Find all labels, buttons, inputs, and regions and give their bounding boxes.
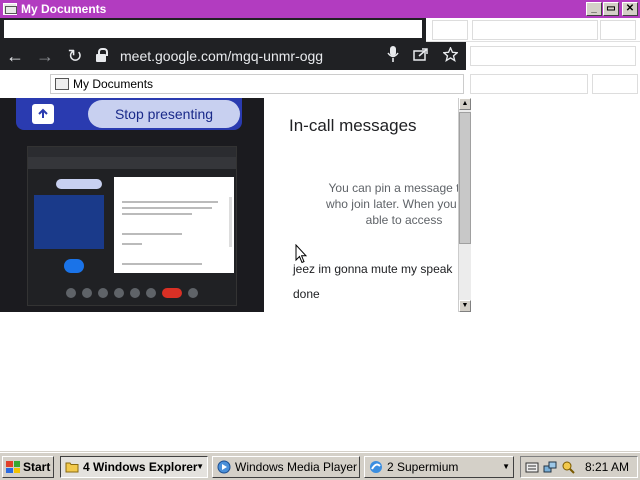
scroll-thumb[interactable] bbox=[459, 112, 471, 244]
thumbnail-control bbox=[188, 288, 198, 298]
mouse-cursor-icon bbox=[295, 244, 307, 264]
browser-nav-bar: ← → ↻ meet.google.com/mgq-unmr-ogg bbox=[0, 42, 466, 70]
url-text: meet.google.com/mgq-unmr-ogg bbox=[120, 48, 324, 64]
thumbnail-line bbox=[122, 201, 218, 203]
toolbar-slot bbox=[472, 20, 598, 40]
thumbnail-stop-presenting bbox=[56, 179, 102, 189]
tab-strip-area bbox=[4, 20, 422, 38]
address-field[interactable]: My Documents bbox=[50, 74, 464, 94]
lock-icon bbox=[96, 48, 108, 62]
share-icon[interactable] bbox=[413, 47, 429, 65]
clock[interactable]: 8:21 AM bbox=[585, 460, 629, 474]
folder-icon bbox=[65, 460, 79, 474]
presentation-preview: Stop presenting bbox=[0, 98, 264, 312]
messages-info-line: who join later. When you leav bbox=[325, 197, 458, 211]
close-button[interactable]: ✕ bbox=[622, 2, 638, 16]
vertical-scrollbar[interactable]: ▲ ▼ bbox=[458, 98, 471, 312]
folder-window-icon bbox=[3, 3, 17, 15]
windows-logo-icon bbox=[6, 461, 20, 473]
mic-icon[interactable] bbox=[387, 46, 399, 66]
present-upload-icon[interactable] bbox=[32, 104, 54, 124]
thumbnail-line bbox=[122, 213, 192, 215]
stop-presenting-button[interactable]: Stop presenting bbox=[88, 100, 240, 128]
restore-button[interactable]: ▭ bbox=[603, 2, 619, 16]
browser-action-icons bbox=[387, 42, 459, 70]
taskbar: Start 4 Windows Explorer ▼ Windows Media… bbox=[0, 452, 640, 480]
chevron-down-icon: ▼ bbox=[196, 462, 204, 471]
thumbnail-line bbox=[122, 243, 142, 245]
toolbar-slot bbox=[470, 46, 636, 66]
back-button[interactable]: ← bbox=[0, 42, 30, 70]
taskbar-item-label: 2 Supermium bbox=[387, 460, 459, 474]
scroll-down-button[interactable]: ▼ bbox=[459, 300, 471, 312]
window-controls: _ ▭ ✕ bbox=[585, 2, 638, 16]
taskbar-item-media-player[interactable]: Windows Media Player bbox=[212, 456, 360, 478]
taskbar-item-label: Windows Media Player bbox=[235, 460, 358, 474]
toolbar-area-right bbox=[426, 18, 640, 42]
explorer-address-row: My Documents bbox=[0, 72, 640, 96]
thumbnail-avatar bbox=[64, 259, 84, 273]
forward-button[interactable]: → bbox=[30, 42, 60, 70]
thumbnail-call-controls bbox=[28, 281, 236, 305]
taskbar-item-windows-explorer[interactable]: 4 Windows Explorer ▼ bbox=[60, 456, 208, 478]
search-tray-icon[interactable] bbox=[561, 460, 575, 474]
start-button[interactable]: Start bbox=[2, 456, 54, 478]
screen-share-thumbnail bbox=[27, 146, 237, 306]
chat-message: done bbox=[293, 287, 320, 301]
thumbnail-control bbox=[82, 288, 92, 298]
chevron-down-icon: ▼ bbox=[502, 462, 510, 471]
messages-heading: In-call messages bbox=[289, 116, 417, 135]
thumbnail-scrollbar bbox=[229, 197, 232, 247]
folder-icon bbox=[55, 78, 69, 90]
thumbnail-nested-share bbox=[34, 195, 104, 249]
toolbar-slot bbox=[470, 74, 588, 94]
keyboard-icon[interactable] bbox=[525, 460, 539, 474]
thumbnail-url bbox=[28, 157, 236, 169]
taskbar-item-supermium[interactable]: 2 Supermium ▼ bbox=[364, 456, 514, 478]
media-player-icon bbox=[217, 460, 231, 474]
thumbnail-control bbox=[66, 288, 76, 298]
thumbnail-line bbox=[122, 233, 182, 235]
thumbnail-control bbox=[114, 288, 124, 298]
thumbnail-tabs bbox=[28, 147, 236, 157]
in-call-messages-panel: In-call messages You can pin a message t… bbox=[264, 98, 458, 312]
window-title: My Documents bbox=[21, 2, 107, 16]
thumbnail-control bbox=[130, 288, 140, 298]
toolbar-slot bbox=[600, 20, 636, 40]
toolbar-slot bbox=[432, 20, 468, 40]
thumbnail-control bbox=[98, 288, 108, 298]
taskbar-item-label: 4 Windows Explorer bbox=[83, 460, 198, 474]
minimize-button[interactable]: _ bbox=[586, 2, 602, 16]
thumbnail-hangup bbox=[162, 288, 182, 298]
reload-button[interactable]: ↻ bbox=[60, 42, 90, 70]
url-bar[interactable]: meet.google.com/mgq-unmr-ogg bbox=[96, 48, 323, 64]
address-value: My Documents bbox=[73, 77, 154, 91]
start-label: Start bbox=[23, 460, 51, 474]
messages-info-line: able to access bbox=[365, 213, 443, 227]
toolbar-slot bbox=[592, 74, 638, 94]
thumbnail-messages-panel bbox=[114, 177, 234, 273]
messages-info-line: You can pin a message to m bbox=[328, 181, 459, 195]
toolbar-area-right bbox=[466, 42, 640, 70]
thumbnail-line bbox=[122, 263, 202, 265]
scroll-up-button[interactable]: ▲ bbox=[459, 98, 471, 110]
chat-message: jeez im gonna mute my speak bbox=[293, 262, 453, 276]
system-tray: 8:21 AM bbox=[520, 456, 638, 478]
star-icon[interactable] bbox=[442, 45, 459, 66]
thumbnail-control bbox=[146, 288, 156, 298]
messages-info: You can pin a message to m who join late… bbox=[284, 180, 458, 228]
browser-tab-strip bbox=[0, 18, 426, 42]
supermium-icon bbox=[369, 460, 383, 474]
presenting-bar: Stop presenting bbox=[16, 98, 242, 130]
window-title-bar[interactable]: My Documents _ ▭ ✕ bbox=[0, 0, 640, 18]
thumbnail-line bbox=[122, 207, 212, 209]
network-icon[interactable] bbox=[543, 460, 557, 474]
